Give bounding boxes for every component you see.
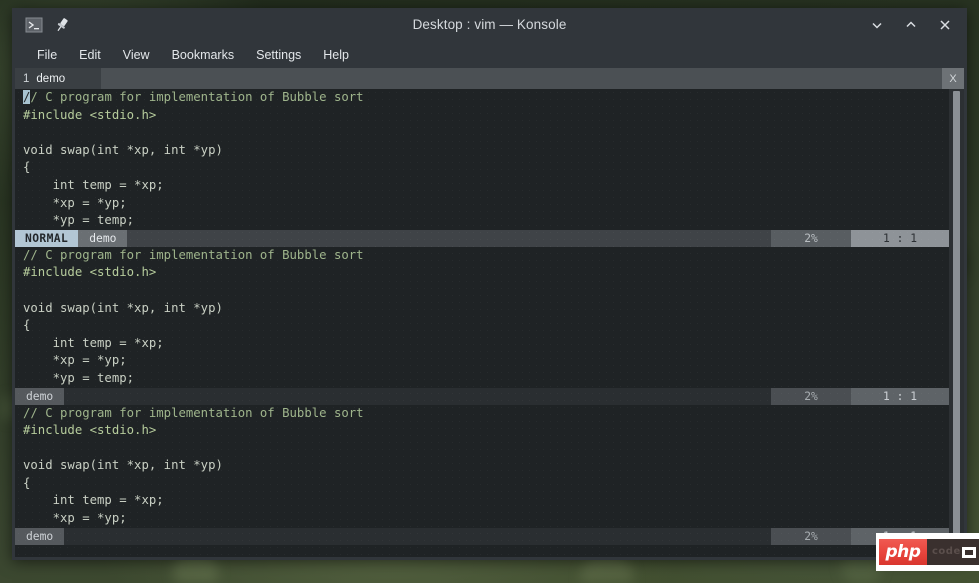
code-line: #include <stdio.h> bbox=[23, 265, 157, 280]
code-line: void swap(int *xp, int *yp) bbox=[23, 142, 223, 157]
pane-top[interactable]: // C program for implementation of Bubbl… bbox=[15, 89, 949, 247]
titlebar-left-icons bbox=[18, 15, 72, 35]
pane-bottom-statusline: demo2%1 : 1 bbox=[15, 527, 949, 545]
code-line: *xp = *yp; bbox=[23, 353, 127, 368]
php-logo-text: php bbox=[885, 542, 921, 562]
pane-middle-code[interactable]: // C program for implementation of Bubbl… bbox=[15, 247, 949, 388]
menu-edit[interactable]: Edit bbox=[68, 45, 112, 65]
tabbar-spacer bbox=[101, 68, 942, 89]
code-line: *yp = temp; bbox=[23, 213, 135, 228]
code-line: int temp = *xp; bbox=[23, 335, 164, 350]
vim-percent: 2% bbox=[771, 527, 851, 545]
menubar: File Edit View Bookmarks Settings Help bbox=[12, 42, 967, 68]
code-line: { bbox=[23, 160, 31, 175]
php-badge-ghost-text: code bbox=[932, 546, 961, 557]
menu-settings[interactable]: Settings bbox=[245, 45, 312, 65]
desktop-background: Desktop : vim — Konsole File Edit View B… bbox=[0, 0, 979, 583]
tab-demo[interactable]: 1 demo bbox=[15, 68, 101, 89]
vim-percent: 2% bbox=[771, 229, 851, 247]
pin-icon[interactable] bbox=[52, 15, 72, 35]
window-controls bbox=[869, 17, 961, 33]
pane-middle-statusline: demo 2% 1 : 1 bbox=[15, 387, 949, 405]
php-badge-widget[interactable]: php code bbox=[876, 533, 979, 571]
window-titlebar[interactable]: Desktop : vim — Konsole bbox=[12, 8, 967, 42]
code-line: // C program for implementation of Bubbl… bbox=[23, 90, 364, 104]
scrollbar-thumb[interactable] bbox=[953, 91, 960, 555]
code-line: *xp = *yp; bbox=[23, 511, 127, 526]
statusline-filler bbox=[127, 230, 771, 247]
code-line: #include <stdio.h> bbox=[23, 423, 157, 438]
terminal-area[interactable]: // C program for implementation of Bubbl… bbox=[15, 89, 964, 557]
code-line: int temp = *xp; bbox=[23, 493, 164, 508]
code-line: #include <stdio.h> bbox=[23, 107, 157, 122]
vim-filename: demo bbox=[15, 387, 65, 405]
pane-bottom[interactable]: // C program for implementation of Bubbl… bbox=[15, 405, 949, 545]
vim-mode-indicator: NORMAL bbox=[15, 229, 79, 247]
tab-label: demo bbox=[36, 72, 66, 85]
code-line: *yp = temp; bbox=[23, 370, 135, 385]
close-button[interactable] bbox=[937, 17, 953, 33]
terminal-scrollbar[interactable] bbox=[949, 89, 964, 557]
code-line: void swap(int *xp, int *yp) bbox=[23, 300, 223, 315]
tabbar: 1 demo X bbox=[15, 68, 964, 89]
tab-index: 1 bbox=[23, 72, 30, 85]
window-title: Desktop : vim — Konsole bbox=[412, 17, 567, 32]
menu-view[interactable]: View bbox=[112, 45, 161, 65]
code-line: void swap(int *xp, int *yp) bbox=[23, 458, 223, 473]
statusline-filler bbox=[64, 528, 771, 545]
vim-position: 1 : 1 bbox=[851, 387, 949, 405]
php-badge-right: code bbox=[927, 539, 979, 565]
menu-bookmarks[interactable]: Bookmarks bbox=[161, 45, 246, 65]
konsole-icon bbox=[24, 15, 44, 35]
konsole-window: Desktop : vim — Konsole File Edit View B… bbox=[12, 8, 967, 560]
code-line: // C program for implementation of Bubbl… bbox=[23, 247, 364, 262]
vim-filename: demo bbox=[78, 229, 128, 247]
pane-bottom-code[interactable]: // C program for implementation of Bubbl… bbox=[15, 405, 949, 528]
code-line: *xp = *yp; bbox=[23, 195, 127, 210]
pane-top-statusline: NORMAL demo 2% 1 : 1 bbox=[15, 229, 949, 247]
vim-filename: demo bbox=[15, 527, 65, 545]
minimize-button[interactable] bbox=[869, 17, 885, 33]
maximize-button[interactable] bbox=[903, 17, 919, 33]
vim-percent: 2% bbox=[771, 387, 851, 405]
menu-help[interactable]: Help bbox=[312, 45, 360, 65]
terminal-content[interactable]: // C program for implementation of Bubbl… bbox=[15, 89, 949, 557]
code-line: { bbox=[23, 475, 31, 490]
php-logo: php bbox=[879, 539, 927, 565]
code-line: int temp = *xp; bbox=[23, 177, 164, 192]
pane-middle[interactable]: // C program for implementation of Bubbl… bbox=[15, 247, 949, 405]
vim-position: 1 : 1 bbox=[851, 229, 949, 247]
tab-close-button[interactable]: X bbox=[942, 68, 964, 89]
statusline-filler bbox=[64, 388, 771, 405]
code-line: // C program for implementation of Bubbl… bbox=[23, 405, 364, 420]
monitor-icon bbox=[962, 546, 976, 558]
pane-top-code[interactable]: // C program for implementation of Bubbl… bbox=[15, 89, 949, 230]
code-line: { bbox=[23, 318, 31, 333]
menu-file[interactable]: File bbox=[26, 45, 68, 65]
